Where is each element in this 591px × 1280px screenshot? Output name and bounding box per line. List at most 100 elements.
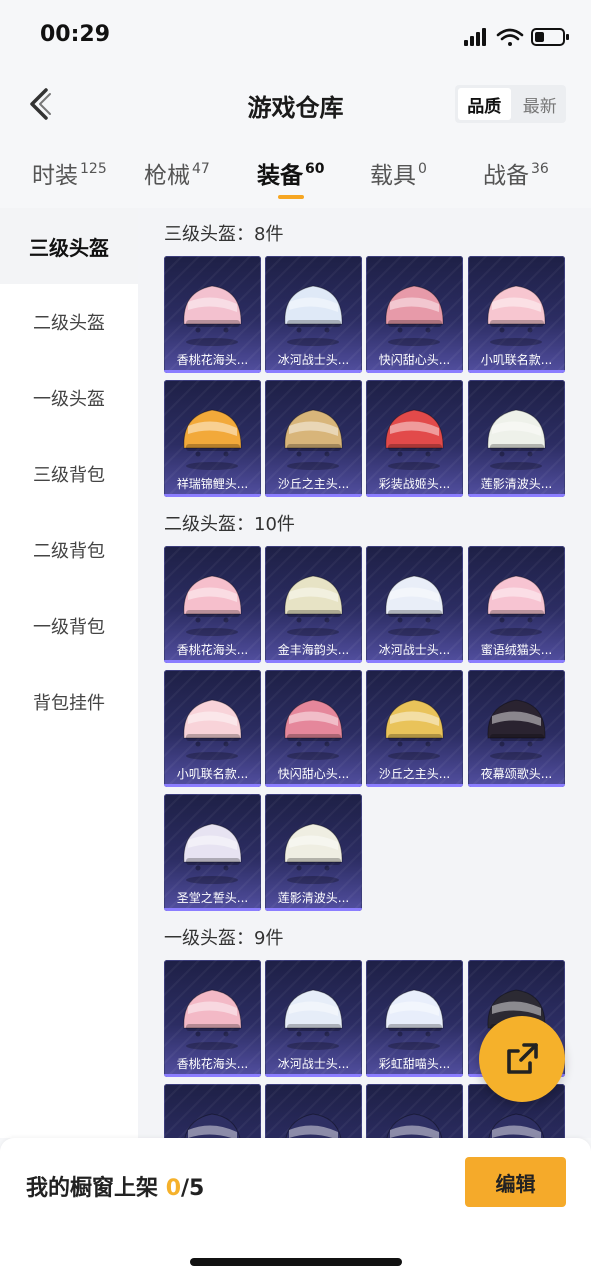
rarity-bar [366,1074,463,1077]
item-card[interactable]: 彩装战姬头... [366,380,463,497]
rarity-bar [366,494,463,497]
sidebar: 三级头盔 二级头盔 一级头盔 三级背包 二级背包 一级背包 背包挂件 [0,208,138,1138]
chevron-left-icon [30,88,51,120]
tab-count: 36 [531,161,549,177]
battery-icon [531,28,569,46]
item-card[interactable]: 圣堂之誓头... [164,794,261,911]
item-grid: 三级头盔：8件 香桃花海头... 冰河战士头... 快闪甜心头... 小叽联名款... 祥… [138,208,591,1138]
item-card[interactable]: 冰河战士头... [265,256,362,373]
status-icons [464,28,569,46]
helmet-icon [284,823,343,884]
item-card[interactable]: 香桃花海头... [164,960,261,1077]
tab-firearms[interactable]: 枪械 47 [144,156,210,190]
item-card[interactable]: 莲影清波头... [265,794,362,911]
item-card[interactable]: 蜜语绒猫头... [468,546,565,663]
item-name: 彩装战姬头... [378,477,451,491]
edit-button[interactable]: 编辑 [465,1157,566,1207]
category-tabs: 时装 125 枪械 47 装备 60 载具 0 战备 36 [0,138,591,208]
sort-option-latest[interactable]: 最新 [514,85,567,123]
tab-count: 60 [305,161,325,177]
item-card[interactable]: 沙丘之主头... [265,380,362,497]
helmet-icon [487,699,546,760]
item-card[interactable]: 香桃花海头... [164,546,261,663]
sidebar-item-level2-helmet[interactable]: 二级头盔 [0,284,138,360]
rarity-bar [164,494,261,497]
rarity-bar [468,370,565,373]
item-card[interactable]: 莲影清波头... [468,380,565,497]
tab-active-underline [277,195,304,199]
rarity-bar [468,494,565,497]
tab-equipment[interactable]: 装备 60 [257,156,325,199]
cellular-signal-icon [464,28,486,46]
item-card[interactable]: 香桃花海头... [164,256,261,373]
section-title: 三级头盔：8件 [164,224,284,245]
item-name: 祥瑞锦鲤头... [176,477,249,491]
tab-count: 125 [80,161,107,177]
helmet-icon [385,989,444,1050]
helmet-icon [487,285,546,346]
sort-option-quality[interactable]: 品质 [458,88,511,120]
item-card[interactable]: 祥瑞锦鲤头... [164,380,261,497]
showcase-shelf-status: 我的橱窗上架 0/5 [26,1170,204,1202]
item-name: 冰河战士头... [277,1057,350,1071]
shelf-total-count: /5 [181,1176,205,1201]
tab-label: 时装 [32,163,78,189]
item-name: 小叽联名款... [480,353,553,367]
tab-supplies[interactable]: 战备 36 [483,156,549,190]
tab-vehicles[interactable]: 载具 0 [370,156,427,190]
item-card[interactable]: 夜幕颂歌头... [468,670,565,787]
rarity-bar [265,908,362,911]
status-bar: 00:29 [0,0,591,72]
sidebar-item-level2-backpack[interactable]: 二级背包 [0,512,138,588]
item-name: 小叽联名款... [176,767,249,781]
rarity-bar [164,660,261,663]
item-name: 香桃花海头... [176,643,249,657]
item-card[interactable] [366,1084,463,1138]
item-card[interactable]: 快闪甜心头... [366,256,463,373]
item-card[interactable]: 小叽联名款... [164,670,261,787]
helmet-icon [183,409,242,470]
section-title: 一级头盔：9件 [164,928,284,949]
item-card[interactable]: 沙丘之主头... [366,670,463,787]
item-card[interactable]: 金丰海韵头... [265,546,362,663]
tab-costume[interactable]: 时装 125 [32,156,107,190]
item-card[interactable] [164,1084,261,1138]
helmet-icon [284,699,343,760]
sidebar-item-backpack-pendant[interactable]: 背包挂件 [0,664,138,740]
item-card[interactable]: 小叽联名款... [468,256,565,373]
item-card[interactable]: 快闪甜心头... [265,670,362,787]
sidebar-item-level1-helmet[interactable]: 一级头盔 [0,360,138,436]
item-card[interactable]: 冰河战士头... [265,960,362,1077]
helmet-icon [284,285,343,346]
home-indicator [190,1258,402,1266]
tab-label: 装备 [257,163,303,189]
rarity-bar [265,660,362,663]
item-name: 香桃花海头... [176,1057,249,1071]
header: 游戏仓库 品质 最新 [0,72,591,138]
item-name: 快闪甜心头... [277,767,350,781]
sidebar-item-level3-helmet[interactable]: 三级头盔 [0,208,138,284]
helmet-icon [487,409,546,470]
item-card[interactable] [265,1084,362,1138]
back-button[interactable] [26,86,60,122]
helmet-icon [284,575,343,636]
helmet-icon [487,575,546,636]
helmet-icon [183,823,242,884]
item-card[interactable]: 冰河战士头... [366,546,463,663]
item-name: 莲影清波头... [277,891,350,905]
rarity-bar [265,370,362,373]
share-button[interactable] [479,1016,565,1102]
section-title: 二级头盔：10件 [164,514,295,535]
item-name: 莲影清波头... [480,477,553,491]
sidebar-item-level1-backpack[interactable]: 一级背包 [0,588,138,664]
helmet-icon [385,285,444,346]
item-card[interactable]: 彩虹甜喵头... [366,960,463,1077]
rarity-bar [164,1074,261,1077]
helmet-icon [385,575,444,636]
shelf-label: 我的橱窗上架 [26,1176,159,1201]
sidebar-item-level3-backpack[interactable]: 三级背包 [0,436,138,512]
share-icon [507,1043,538,1074]
status-time: 00:29 [40,22,111,47]
rarity-bar [265,494,362,497]
helmet-icon [284,989,343,1050]
